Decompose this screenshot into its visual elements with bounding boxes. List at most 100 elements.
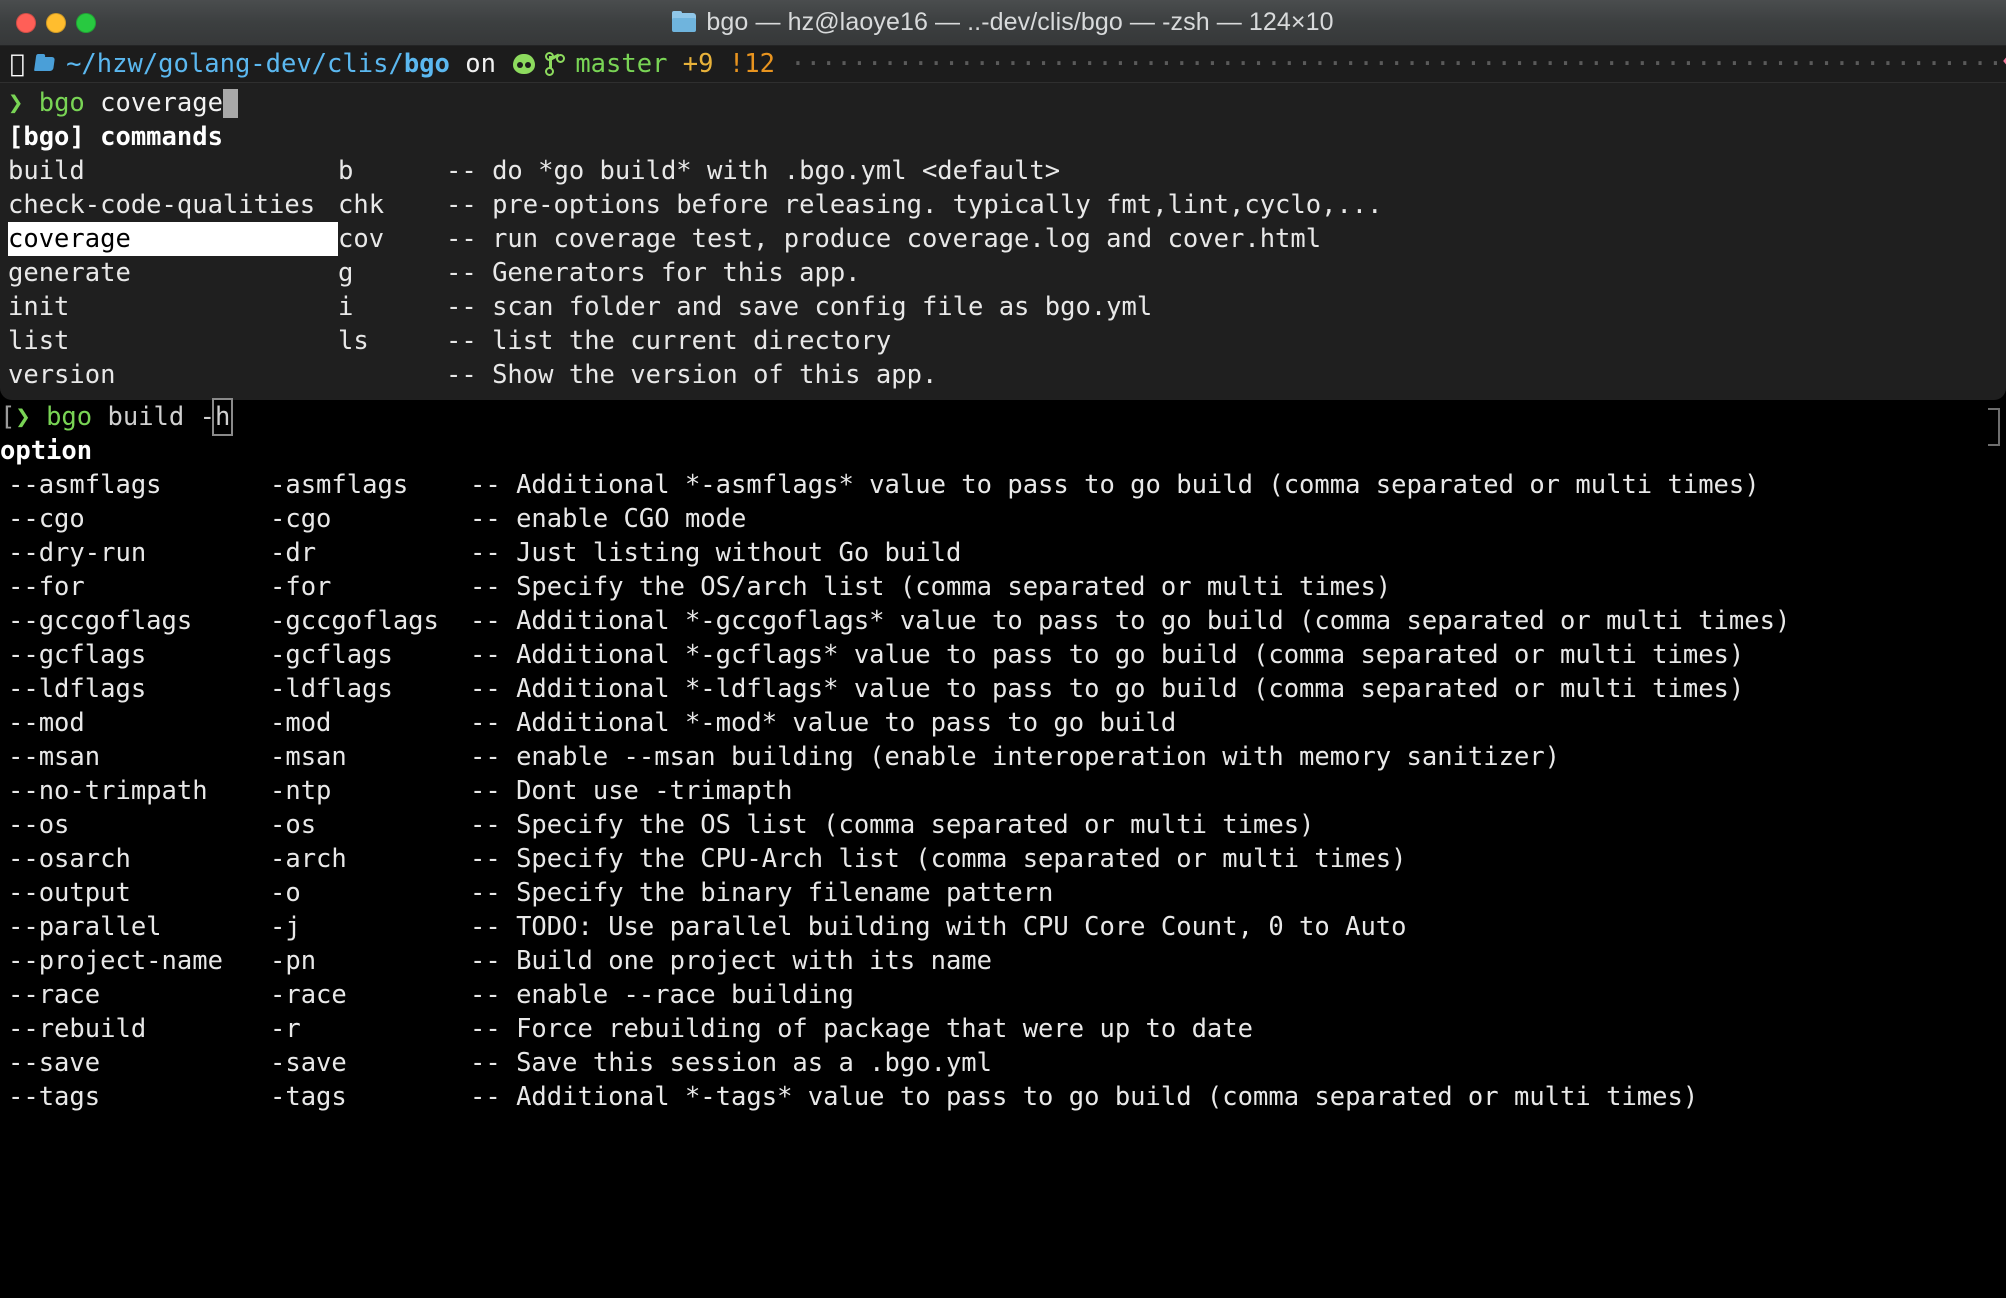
prompt-on-label: on xyxy=(449,49,512,79)
option-description: Save this session as a .bgo.yml xyxy=(516,1048,992,1078)
option-separator: -- xyxy=(470,878,501,908)
option-long-flag: --ldflags xyxy=(8,674,147,704)
commands-header: [bgo] commands xyxy=(8,122,223,152)
octocat-icon xyxy=(513,54,536,74)
option-separator: -- xyxy=(470,844,501,874)
option-short-flag: -arch xyxy=(270,844,347,874)
command-item-alias: chk xyxy=(338,190,385,220)
command-list-item[interactable]: generate g -- Generators for this app. xyxy=(0,256,2006,290)
window-title-text: bgo — hz@laoye16 — ..-dev/clis/bgo — -zs… xyxy=(706,8,1334,36)
text-cursor: h xyxy=(211,398,234,436)
command-list-item-selected[interactable]: coverage cov -- run coverage test, produce… xyxy=(0,222,2006,256)
command-list-item[interactable]: list ls -- list the current directory xyxy=(0,324,2006,358)
folder-icon xyxy=(34,57,56,71)
prompt-path-basename: bgo xyxy=(403,49,450,79)
command-argument: coverage xyxy=(100,88,223,118)
command-list-item[interactable]: build b -- do *go build* with .bgo.yml <de… xyxy=(0,154,2006,188)
shell-prompt-status-bar:  ~/hzw/golang-dev/clis/bgo on master +9… xyxy=(0,46,2006,82)
option-separator: -- xyxy=(470,946,501,976)
option-long-flag: --save xyxy=(8,1048,101,1078)
option-long-flag: --rebuild xyxy=(8,1014,147,1044)
command-item-description: pre-options before releasing. typically … xyxy=(492,190,1383,220)
option-separator: -- xyxy=(470,810,501,840)
command-item-name: init xyxy=(8,292,70,322)
option-short-flag: -r xyxy=(270,1014,301,1044)
option-separator: -- xyxy=(470,912,501,942)
command-list-item[interactable]: version -- Show the version of this app. xyxy=(0,358,2006,392)
prompt-filler-dots: ········································… xyxy=(790,49,2004,79)
option-description: Build one project with its name xyxy=(516,946,992,976)
prompt-symbol: ❯ xyxy=(8,88,24,118)
command-item-name: coverage xyxy=(8,222,338,256)
command-item-name: list xyxy=(8,326,70,356)
command-item-separator: -- xyxy=(446,258,477,288)
option-short-flag: -tags xyxy=(270,1082,347,1112)
option-row: --for -for -- Specify the OS/arch list (co… xyxy=(0,570,2006,604)
window-controls xyxy=(16,0,96,45)
option-long-flag: --gcflags xyxy=(8,640,147,670)
option-long-flag: --osarch xyxy=(8,844,131,874)
minimize-button[interactable] xyxy=(46,12,66,33)
option-separator: -- xyxy=(470,640,501,670)
option-description: Specify the CPU-Arch list (comma separat… xyxy=(516,844,1407,874)
option-separator: -- xyxy=(470,742,501,772)
command-item-description: scan folder and save config file as bgo.… xyxy=(492,292,1153,322)
command-item-name: version xyxy=(8,360,116,390)
option-long-flag: --parallel xyxy=(8,912,162,942)
option-description: enable --race building xyxy=(516,980,854,1010)
terminal-content[interactable]:  ~/hzw/golang-dev/clis/bgo on master +9… xyxy=(0,46,2006,1298)
option-long-flag: --tags xyxy=(8,1082,101,1112)
option-description: Dont use -trimapth xyxy=(516,776,793,806)
option-long-flag: --race xyxy=(8,980,101,1010)
command-item-alias: b xyxy=(338,156,354,186)
option-description: Specify the OS list (comma separated or … xyxy=(516,810,1315,840)
output-bracket: [ xyxy=(0,402,16,432)
option-row: --msan -msan -- enable --msan building (en… xyxy=(0,740,2006,774)
commands-completion-panel[interactable]: ❯ bgo coverage [bgo] commands build b -- d… xyxy=(0,82,2006,400)
folder-icon xyxy=(672,11,697,32)
option-description: enable CGO mode xyxy=(516,504,747,534)
options-command-input-line[interactable]: [❯ bgo build -h xyxy=(0,398,2006,436)
terminal-window: bgo — hz@laoye16 — ..-dev/clis/bgo — -zs… xyxy=(0,0,2006,1298)
command-item-description: Generators for this app. xyxy=(492,258,861,288)
command-list-item[interactable]: check-code-qualities chk -- pre-options be… xyxy=(0,188,2006,222)
option-description: Additional *-asmflags* value to pass to … xyxy=(516,470,1760,500)
git-modified-count: !12 xyxy=(728,49,775,79)
prompt-path: ~/hzw/golang-dev/clis/ xyxy=(66,49,404,79)
option-separator: -- xyxy=(470,1048,501,1078)
option-separator: -- xyxy=(470,572,501,602)
option-description: Additional *-tags* value to pass to go b… xyxy=(516,1082,1699,1112)
apple-logo-icon:  xyxy=(10,49,26,78)
command-name: bgo xyxy=(46,402,93,432)
command-item-name: build xyxy=(8,156,85,186)
option-long-flag: --asmflags xyxy=(8,470,162,500)
command-input-line[interactable]: ❯ bgo coverage xyxy=(0,86,2006,120)
option-separator: -- xyxy=(470,1082,501,1112)
option-short-flag: -gcflags xyxy=(270,640,393,670)
command-list-item[interactable]: init i -- scan folder and save config file… xyxy=(0,290,2006,324)
git-ahead-count: +9 xyxy=(682,49,714,79)
option-short-flag: -race xyxy=(270,980,347,1010)
command-item-separator: -- xyxy=(446,224,477,254)
option-row: --osarch -arch -- Specify the CPU-Arch lis… xyxy=(0,842,2006,876)
command-item-alias: cov xyxy=(338,224,385,254)
option-description: Force rebuilding of package that were up… xyxy=(516,1014,1253,1044)
git-branch-name: master xyxy=(575,49,668,79)
command-item-alias: g xyxy=(338,258,354,288)
scroll-indicator[interactable] xyxy=(1988,408,2000,446)
zoom-button[interactable] xyxy=(76,12,96,33)
option-row: --mod -mod -- Additional *-mod* value to p… xyxy=(0,706,2006,740)
option-long-flag: --dry-run xyxy=(8,538,147,568)
command-item-separator: -- xyxy=(446,292,477,322)
option-long-flag: --no-trimpath xyxy=(8,776,208,806)
option-description: Specify the binary filename pattern xyxy=(516,878,1054,908)
option-short-flag: -cgo xyxy=(270,504,332,534)
option-row: --gccgoflags -gccgoflags -- Additional *-g… xyxy=(0,604,2006,638)
option-long-flag: --output xyxy=(8,878,131,908)
option-separator: -- xyxy=(470,776,501,806)
option-description: Additional *-gcflags* value to pass to g… xyxy=(516,640,1745,670)
option-long-flag: --gccgoflags xyxy=(8,606,193,636)
option-separator: -- xyxy=(470,470,501,500)
command-item-description: run coverage test, produce coverage.log … xyxy=(492,224,1322,254)
close-button[interactable] xyxy=(16,12,36,33)
